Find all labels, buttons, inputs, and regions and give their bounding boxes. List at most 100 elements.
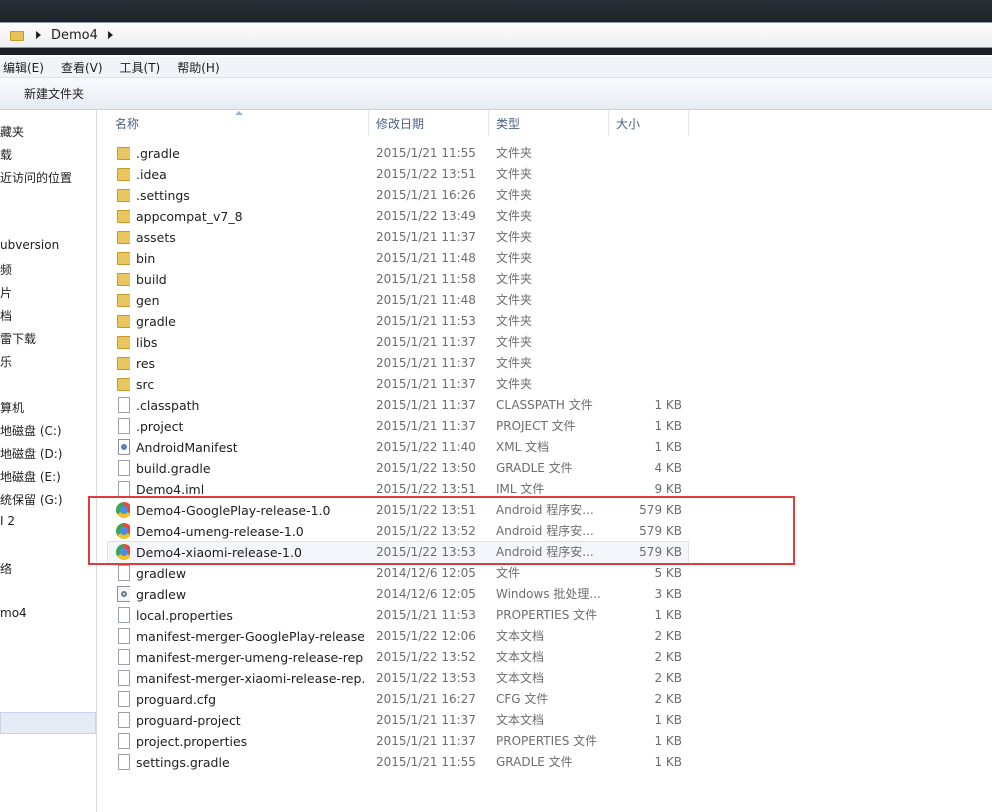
file-date: 2015/1/22 13:53 [376, 671, 476, 685]
nav-item[interactable]: 络 [0, 560, 12, 577]
navigation-pane: 藏夹载近访问的位置 ubversion 频片档雷下载乐算机地磁盘 (C:) 地磁盘 (… [0, 110, 97, 812]
file-row[interactable]: bin 2015/1/21 11:48 文件夹 [108, 248, 688, 269]
nav-item[interactable]: 藏夹 [0, 123, 24, 140]
file-row[interactable]: manifest-merger-umeng-release-rep... 2015… [108, 647, 688, 668]
file-name: gradlew [136, 587, 187, 602]
column-divider[interactable] [488, 110, 489, 136]
file-size [608, 311, 682, 332]
file-type: CFG 文件 [496, 692, 549, 706]
menu-help[interactable]: 帮助(H) [177, 59, 219, 76]
file-type: 文件夹 [496, 230, 533, 244]
file-row[interactable]: src 2015/1/21 11:37 文件夹 [108, 374, 688, 395]
file-type: XML 文档 [496, 440, 550, 454]
column-divider[interactable] [368, 110, 369, 136]
file-date: 2015/1/21 11:55 [376, 146, 476, 160]
breadcrumb-segment[interactable]: Demo4 [51, 28, 98, 43]
file-size [608, 185, 682, 206]
nav-item[interactable]: 档 [0, 307, 12, 324]
file-name: .gradle [136, 146, 180, 161]
file-row[interactable]: build 2015/1/21 11:58 文件夹 [108, 269, 688, 290]
column-header-type[interactable]: 类型 [496, 110, 606, 136]
column-header-name-label: 名称 [115, 116, 140, 131]
new-folder-button[interactable]: 新建文件夹 [24, 85, 84, 102]
file-row[interactable]: .idea 2015/1/22 13:51 文件夹 [108, 164, 688, 185]
folder-icon [114, 332, 130, 353]
file-size [608, 353, 682, 374]
file-size: 3 KB [654, 587, 682, 601]
nav-item[interactable]: 载 [0, 146, 12, 163]
file-row[interactable]: manifest-merger-GooglePlay-release... 201… [108, 626, 688, 647]
file-row[interactable]: local.properties 2015/1/21 11:53 PROPERTIE… [108, 605, 688, 626]
address-bar[interactable]: Demo4 [0, 22, 992, 48]
file-row[interactable]: gen 2015/1/21 11:48 文件夹 [108, 290, 688, 311]
file-type: 文本文档 [496, 650, 545, 664]
file-size: 1 KB [654, 398, 682, 412]
nav-item[interactable]: 近访问的位置 [0, 169, 72, 186]
nav-item[interactable]: 算机 [0, 399, 24, 416]
file-row[interactable]: gradlew 2014/12/6 12:05 Windows 批处理... 3 KB [108, 584, 688, 605]
nav-item[interactable]: 频 [0, 261, 12, 278]
file-type: 文件夹 [496, 167, 533, 181]
nav-item[interactable]: 统保留 (G:) [0, 491, 63, 508]
file-icon [114, 752, 130, 773]
nav-item[interactable]: 地磁盘 (C:) [0, 422, 62, 439]
file-type: 文件夹 [496, 335, 533, 349]
file-row[interactable]: AndroidManifest 2015/1/22 11:40 XML 文档 1 KB [108, 437, 688, 458]
column-divider[interactable] [608, 110, 609, 136]
file-row[interactable]: .classpath 2015/1/21 11:37 CLASSPATH 文件 1 K… [108, 395, 688, 416]
column-divider[interactable] [688, 110, 689, 136]
file-row[interactable]: gradle 2015/1/21 11:53 文件夹 [108, 311, 688, 332]
file-date: 2015/1/22 11:40 [376, 440, 476, 454]
menu-tools[interactable]: 工具(T) [120, 59, 161, 76]
breadcrumb-arrow-icon[interactable] [36, 31, 41, 39]
file-row[interactable]: res 2015/1/21 11:37 文件夹 [108, 353, 688, 374]
xml-file-icon [114, 437, 130, 458]
file-row[interactable]: .gradle 2015/1/21 11:55 文件夹 [108, 143, 688, 164]
file-date: 2015/1/21 11:48 [376, 293, 476, 307]
file-row[interactable]: build.gradle 2015/1/22 13:50 GRADLE 文件 4 KB [108, 458, 688, 479]
menu-edit[interactable]: 编辑(E) [3, 59, 44, 76]
folder-icon [114, 164, 130, 185]
file-name: build [136, 272, 167, 287]
file-type: 文件夹 [496, 356, 533, 370]
file-size [608, 227, 682, 248]
column-header-size[interactable]: 大小 [616, 110, 686, 136]
text-file-icon [114, 647, 130, 668]
column-header-date[interactable]: 修改日期 [376, 110, 486, 136]
nav-item[interactable]: 片 [0, 284, 12, 301]
nav-item[interactable]: 乐 [0, 353, 12, 370]
file-row[interactable]: .project 2015/1/21 11:37 PROJECT 文件 1 KB [108, 416, 688, 437]
file-row[interactable]: gradlew 2014/12/6 12:05 文件 5 KB [108, 563, 688, 584]
file-type: 文本文档 [496, 713, 545, 727]
nav-item[interactable]: 地磁盘 (E:) [0, 468, 61, 485]
menu-view[interactable]: 查看(V) [61, 59, 103, 76]
file-type: GRADLE 文件 [496, 755, 573, 769]
file-row[interactable]: libs 2015/1/21 11:37 文件夹 [108, 332, 688, 353]
file-row[interactable]: proguard.cfg 2015/1/21 16:27 CFG 文件 2 KB [108, 689, 688, 710]
folder-icon [114, 374, 130, 395]
file-row[interactable]: manifest-merger-xiaomi-release-rep... 201… [108, 668, 688, 689]
file-size: 4 KB [654, 461, 682, 475]
column-header-date-label: 修改日期 [376, 116, 425, 131]
file-date: 2015/1/21 11:37 [376, 398, 476, 412]
file-name: .classpath [136, 398, 200, 413]
toolbar: 新建文件夹 [0, 78, 992, 110]
nav-item[interactable]: 雷下载 [0, 330, 36, 347]
file-date: 2015/1/21 11:48 [376, 251, 476, 265]
file-row[interactable]: assets 2015/1/21 11:37 文件夹 [108, 227, 688, 248]
file-row[interactable]: proguard-project 2015/1/21 11:37 文本文档 1 KB [108, 710, 688, 731]
nav-item[interactable]: ubversion [0, 238, 59, 252]
file-date: 2015/1/21 11:58 [376, 272, 476, 286]
file-type: 文件夹 [496, 293, 533, 307]
file-row[interactable]: project.properties 2015/1/21 11:37 PROPERT… [108, 731, 688, 752]
file-row[interactable]: settings.gradle 2015/1/21 11:55 GRADLE 文件 1… [108, 752, 688, 773]
breadcrumb-arrow-icon[interactable] [107, 31, 113, 39]
nav-item[interactable]: 地磁盘 (D:) [0, 445, 62, 462]
nav-item[interactable]: I 2 [0, 514, 15, 528]
file-row[interactable]: .settings 2015/1/21 16:26 文件夹 [108, 185, 688, 206]
file-row[interactable]: appcompat_v7_8 2015/1/22 13:49 文件夹 [108, 206, 688, 227]
file-size: 5 KB [654, 566, 682, 580]
file-name: gradle [136, 314, 176, 329]
column-header-size-label: 大小 [616, 116, 641, 131]
nav-item[interactable]: mo4 [0, 606, 27, 620]
